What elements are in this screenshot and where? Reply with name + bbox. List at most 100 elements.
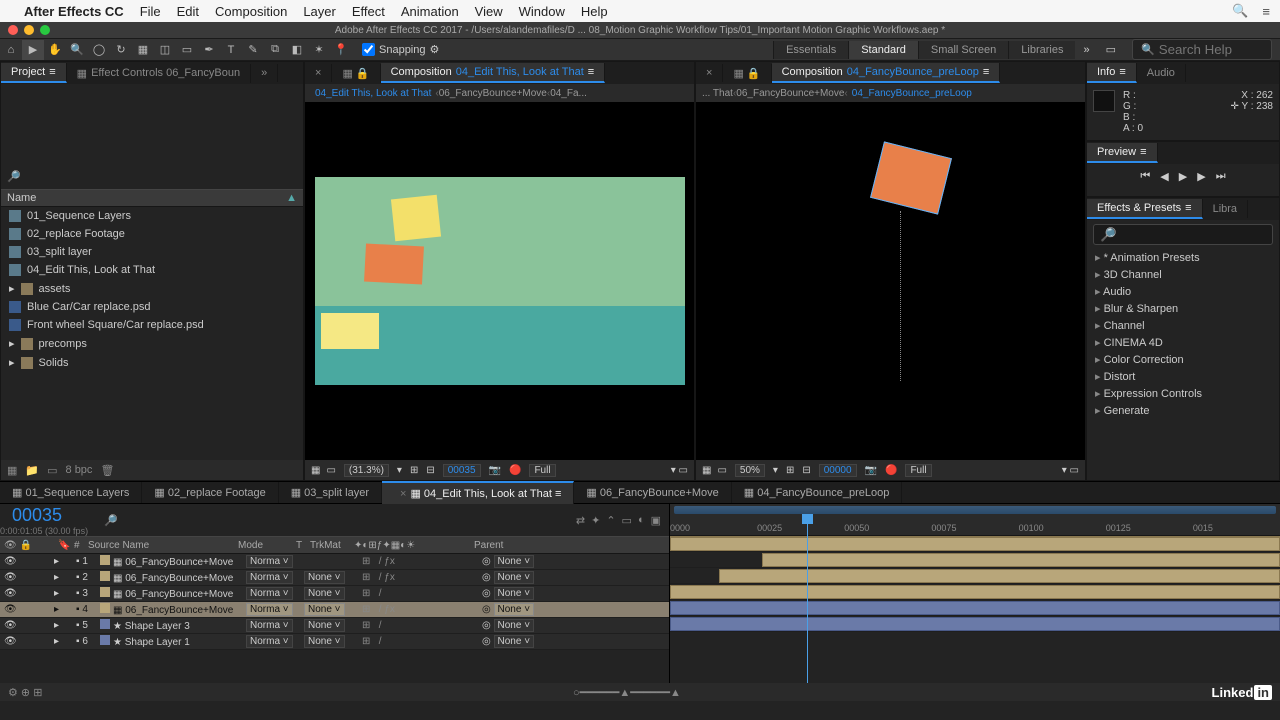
prev-frame-icon[interactable]: ◀ — [1160, 170, 1168, 183]
visibility-icon[interactable]: 👁 — [4, 572, 17, 583]
search-help-field[interactable]: 🔍 — [1132, 39, 1272, 60]
search-help-input[interactable] — [1159, 42, 1259, 57]
project-search[interactable]: 🔎 — [7, 170, 297, 183]
maximize-icon[interactable] — [40, 25, 50, 35]
grid-toggle-icon[interactable]: ⊟ — [426, 465, 434, 476]
new-comp-icon[interactable]: ▭ — [47, 464, 57, 477]
motion-blur-icon[interactable]: ◐ — [638, 514, 645, 527]
viewer-close-icon[interactable]: × — [696, 64, 723, 82]
track-row[interactable] — [670, 600, 1280, 616]
project-item[interactable]: Front wheel Square/Car replace.psd — [1, 316, 303, 334]
minimize-icon[interactable] — [24, 25, 34, 35]
sort-icon[interactable]: ▲ — [286, 192, 297, 204]
pen-tool-icon[interactable]: ✒ — [198, 40, 220, 60]
trkmat-dropdown[interactable]: None ˅ — [304, 571, 345, 584]
layer-columns-header[interactable]: 👁 🔒 🔖 # Source Name Mode T TrkMat ✦◐⊞ƒ✦▦… — [0, 536, 669, 554]
mag-icon[interactable]: ▦ — [311, 465, 320, 476]
effect-category[interactable]: Blur & Sharpen — [1087, 300, 1279, 317]
work-area-bar[interactable] — [674, 506, 1276, 514]
snapping-checkbox[interactable] — [362, 43, 375, 56]
rect-tool-icon[interactable]: ▭ — [176, 40, 198, 60]
shape-yellow-1[interactable] — [390, 195, 440, 242]
mode-dropdown[interactable]: Norma ˅ — [246, 571, 293, 584]
effect-category[interactable]: 3D Channel — [1087, 266, 1279, 283]
play-icon[interactable]: ▶ — [1179, 170, 1187, 183]
close-icon[interactable] — [8, 25, 18, 35]
trkmat-dropdown[interactable]: None ˅ — [304, 587, 345, 600]
snapshot-icon[interactable]: 📷 — [489, 465, 501, 476]
menu-edit[interactable]: Edit — [177, 4, 199, 19]
layer-row[interactable]: 👁▸▪ 5★ Shape Layer 3Norma ˅None ˅⊞ /◎ No… — [0, 618, 669, 634]
puppet-tool-icon[interactable]: 📍 — [330, 40, 352, 60]
layer-search[interactable]: 🔎 — [104, 514, 118, 527]
effect-category[interactable]: Color Correction — [1087, 351, 1279, 368]
switches[interactable]: ⊞ / ƒx — [362, 604, 395, 615]
parent-dropdown[interactable]: None ˅ — [494, 635, 535, 648]
res-down-icon[interactable]: ▾ — [773, 465, 778, 476]
selection-tool-icon[interactable]: ▶ — [22, 40, 44, 60]
menu-composition[interactable]: Composition — [215, 4, 287, 19]
home-icon[interactable]: ⌂ — [0, 40, 22, 60]
project-item[interactable]: Blue Car/Car replace.psd — [1, 298, 303, 316]
parent-dropdown[interactable]: None ˅ — [494, 619, 535, 632]
pan-behind-icon[interactable]: ◫ — [154, 40, 176, 60]
tab-effects-presets[interactable]: Effects & Presets ≡ — [1087, 199, 1203, 219]
workspace-standard[interactable]: Standard — [848, 41, 918, 59]
effects-search-input[interactable] — [1093, 224, 1273, 245]
layer-rows[interactable]: 👁▸▪ 1▦ 06_FancyBounce+MoveNorma ˅⊞ / ƒx◎… — [0, 554, 669, 683]
effect-category[interactable]: Distort — [1087, 368, 1279, 385]
new-folder-icon[interactable]: 📁 — [25, 464, 39, 477]
safe-icon[interactable]: ⊞ — [786, 465, 794, 476]
track-row[interactable] — [670, 568, 1280, 584]
tab-preview[interactable]: Preview ≡ — [1087, 143, 1158, 163]
effect-category[interactable]: CINEMA 4D — [1087, 334, 1279, 351]
layer-row[interactable]: 👁▸▪ 2▦ 06_FancyBounce+MoveNorma ˅None ˅⊞… — [0, 570, 669, 586]
effect-category[interactable]: Generate — [1087, 402, 1279, 419]
menu-effect[interactable]: Effect — [352, 4, 385, 19]
app-name[interactable]: After Effects CC — [24, 4, 124, 19]
layer-bar[interactable] — [670, 617, 1280, 631]
project-item[interactable]: ▸ Solids — [1, 353, 303, 372]
trash-icon[interactable]: 🗑 — [100, 464, 114, 477]
magnification-dropdown[interactable]: (31.3%) — [344, 464, 389, 477]
close-icon[interactable]: × — [400, 488, 406, 500]
mode-dropdown[interactable]: Norma ˅ — [246, 635, 293, 648]
tab-overflow-icon[interactable]: » — [251, 64, 278, 82]
mode-dropdown[interactable]: Norma ˅ — [246, 603, 293, 616]
timeline-track-area[interactable]: 000000025000500007500100001250015 — [670, 504, 1280, 683]
selected-shape[interactable] — [870, 141, 952, 214]
project-item[interactable]: ▸ assets — [1, 279, 303, 298]
project-item[interactable]: ▸ precomps — [1, 334, 303, 353]
current-time[interactable]: 00035 — [443, 464, 481, 477]
mode-dropdown[interactable]: Norma ˅ — [246, 619, 293, 632]
effects-categories-list[interactable]: * Animation Presets3D ChannelAudioBlur &… — [1087, 249, 1279, 480]
track-row[interactable] — [670, 584, 1280, 600]
layer-bar[interactable] — [670, 537, 1280, 551]
workspace-libraries[interactable]: Libraries — [1008, 41, 1075, 59]
layer-row[interactable]: 👁▸▪ 3▦ 06_FancyBounce+MoveNorma ˅None ˅⊞… — [0, 586, 669, 602]
clone-tool-icon[interactable]: ⧉ — [264, 40, 286, 60]
bpc-label[interactable]: 8 bpc — [66, 464, 93, 476]
menu-file[interactable]: File — [140, 4, 161, 19]
switches[interactable]: ⊞ / ƒx — [362, 572, 395, 583]
visibility-icon[interactable]: 👁 — [4, 604, 17, 615]
switches[interactable]: ⊞ / — [362, 620, 382, 631]
parent-dropdown[interactable]: None ˅ — [494, 587, 535, 600]
layer-bar[interactable] — [719, 569, 1280, 583]
eraser-tool-icon[interactable]: ◧ — [286, 40, 308, 60]
switches[interactable]: ⊞ / — [362, 588, 382, 599]
project-column-header[interactable]: Name ▲ — [1, 189, 303, 207]
timeline-tab[interactable]: ▦ 02_replace Footage — [142, 482, 278, 503]
grid-icon[interactable]: ▭ — [326, 465, 335, 476]
resolution-dropdown[interactable]: Full — [529, 464, 555, 477]
project-item[interactable]: 02_replace Footage — [1, 225, 303, 243]
visibility-icon[interactable]: 👁 — [4, 556, 17, 567]
menu-animation[interactable]: Animation — [401, 4, 459, 19]
interpret-icon[interactable]: ▦ — [7, 464, 17, 477]
track-row[interactable] — [670, 552, 1280, 568]
breadcrumb-left[interactable]: 04_Edit This, Look at That ‹ 06_FancyBou… — [305, 84, 694, 102]
current-time-display[interactable]: 00035 — [0, 505, 88, 526]
res-down-icon[interactable]: ▾ — [397, 465, 402, 476]
timeline-tab[interactable]: ▦ 03_split layer — [279, 482, 382, 503]
breadcrumb-right[interactable]: ... That ‹ 06_FancyBounce+Move ‹ 04_Fanc… — [696, 84, 1085, 102]
